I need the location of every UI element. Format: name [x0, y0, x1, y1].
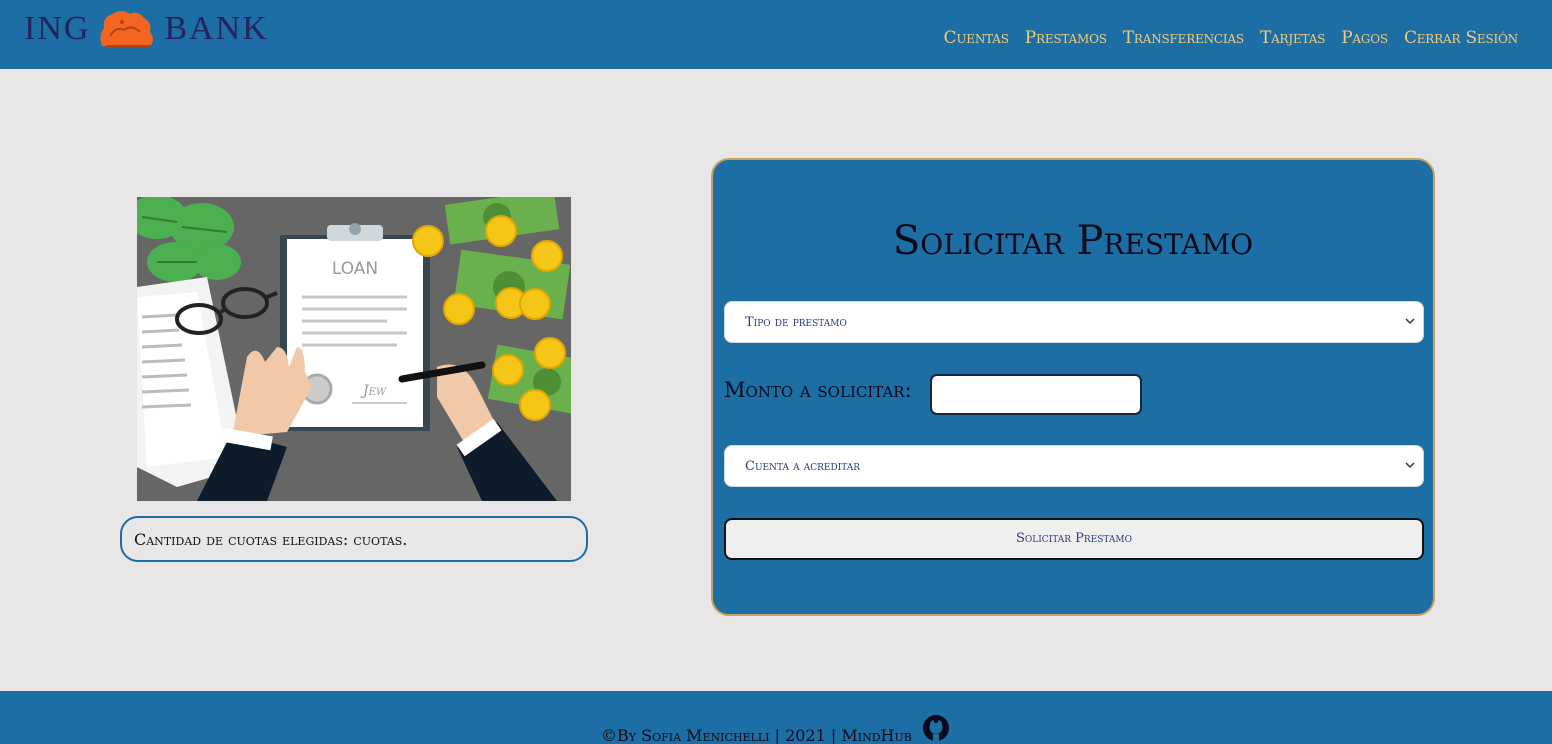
solicitar-prestamo-button[interactable]: Solicitar Prestamo: [724, 518, 1424, 560]
bank-logo[interactable]: ING BANK: [24, 6, 269, 52]
lion-logo-icon: [100, 11, 154, 47]
monto-input[interactable]: [930, 374, 1142, 415]
nav-tarjetas[interactable]: Tarjetas: [1260, 28, 1325, 48]
footer-content: ©By Sofia Menichelli | 2021 | MindHub: [0, 715, 1552, 744]
cuenta-acreditar-value: Cuenta a acreditar: [745, 458, 861, 474]
nav-cuentas[interactable]: Cuentas: [944, 28, 1009, 48]
nav-cerrar-sesion[interactable]: Cerrar Sesión: [1404, 28, 1518, 48]
loan-form-panel: Solicitar Prestamo Tipo de prestamo Mont…: [711, 158, 1435, 616]
header-bar: ING BANK Cuentas Prestamos Transferencia…: [0, 0, 1552, 69]
footer-text: ©By Sofia Menichelli | 2021 | MindHub: [601, 726, 912, 744]
chevron-down-icon: [1405, 462, 1415, 469]
tipo-prestamo-select[interactable]: Tipo de prestamo: [724, 301, 1424, 343]
github-icon[interactable]: [921, 715, 951, 744]
chevron-down-icon: [1405, 318, 1415, 325]
nav-transferencias[interactable]: Transferencias: [1123, 28, 1244, 48]
form-title: Solicitar Prestamo: [892, 218, 1254, 264]
cuotas-info: Cantidad de cuotas elegidas: cuotas.: [120, 516, 588, 562]
monto-label: Monto a solicitar:: [724, 378, 912, 402]
nav-pagos[interactable]: Pagos: [1341, 28, 1388, 48]
main-nav: Cuentas Prestamos Transferencias Tarjeta…: [944, 28, 1519, 48]
loan-signature: Jew: [360, 383, 387, 399]
loan-doc-title: LOAN: [332, 259, 378, 279]
loan-illustration-svg: LOAN Jew: [137, 197, 571, 501]
cuenta-acreditar-select[interactable]: Cuenta a acreditar: [724, 445, 1424, 487]
logo-text-ing: ING: [24, 10, 91, 47]
loan-illustration: LOAN Jew: [137, 197, 571, 501]
nav-prestamos[interactable]: Prestamos: [1025, 28, 1107, 48]
tipo-prestamo-value: Tipo de prestamo: [745, 314, 847, 330]
logo-text-bank: BANK: [164, 10, 269, 47]
footer-bar: ©By Sofia Menichelli | 2021 | MindHub: [0, 691, 1552, 744]
